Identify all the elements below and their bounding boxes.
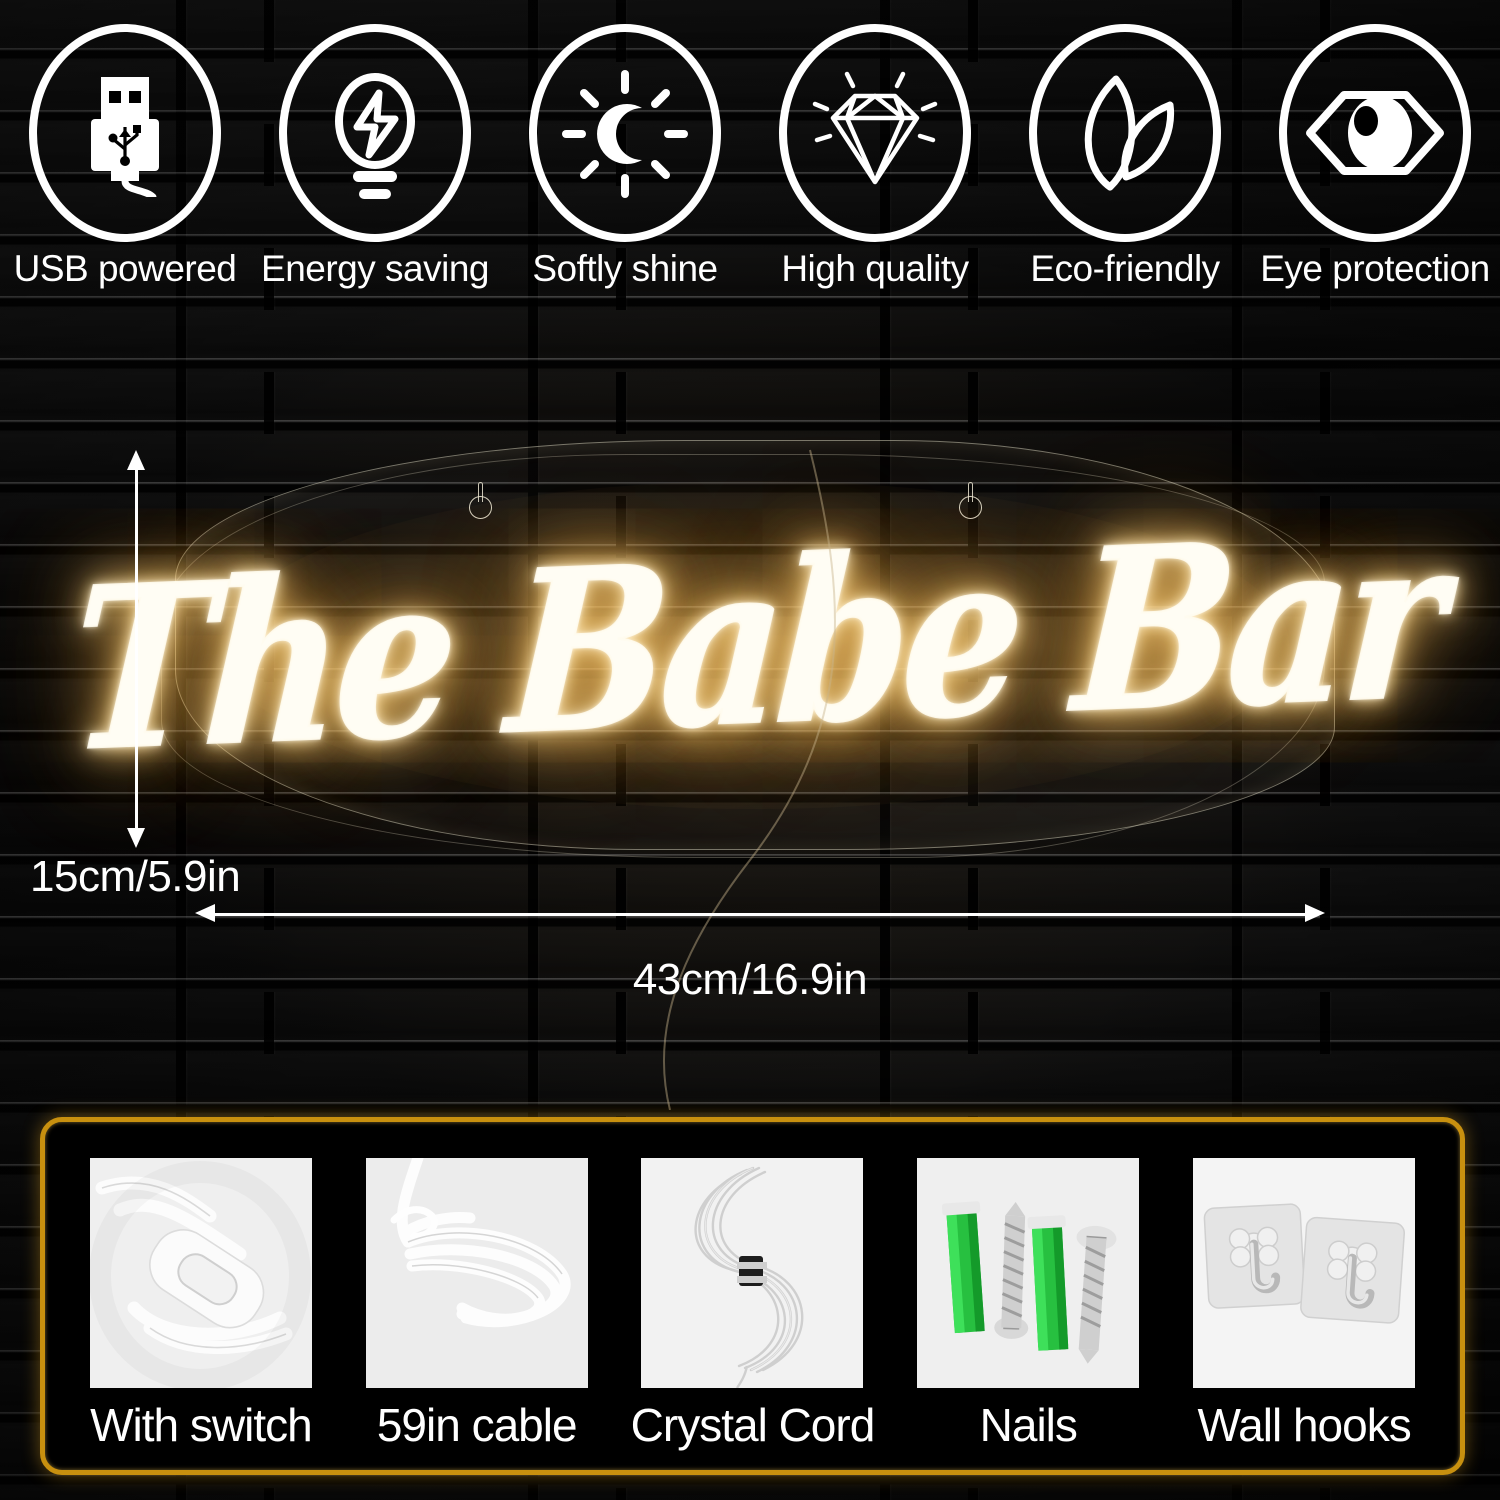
eye-icon [1304, 81, 1446, 185]
usb-icon [71, 69, 179, 197]
accessory-label: 59in cable [376, 1399, 578, 1451]
accessory-item: Nails [903, 1158, 1153, 1452]
neon-sign-product: The Babe Bar [62, 440, 1448, 858]
accessory-item: With switch [76, 1158, 326, 1452]
bulb-bolt-icon [323, 67, 427, 199]
height-dimension-arrow [123, 450, 149, 848]
arrowhead-down [127, 828, 145, 848]
feature-icon-circle [1029, 24, 1221, 242]
arrowhead-right [1305, 904, 1325, 922]
accessory-item: Wall hooks [1179, 1158, 1429, 1452]
accessory-label: Wall hooks [1197, 1399, 1411, 1451]
accessory-label: With switch [90, 1399, 313, 1451]
feature-label: High quality [781, 248, 969, 289]
feature-icon-circle [279, 24, 471, 242]
feature-eco-friendly: Eco-friendly [1000, 0, 1250, 287]
width-dimension-label: 43cm/16.9in [632, 955, 868, 1004]
accessory-thumbnail-cable [365, 1158, 588, 1388]
feature-label: Eye protection [1260, 248, 1490, 289]
feature-icon-circle [779, 24, 971, 242]
feature-usb-powered: USB powered [0, 0, 250, 287]
leaves-icon [1064, 71, 1186, 195]
width-dimension-arrow [195, 901, 1325, 927]
accessory-thumbnail-crystal-cord [641, 1158, 864, 1388]
feature-energy-saving: Energy saving [250, 0, 500, 287]
feature-label: Softly shine [532, 248, 718, 289]
feature-softly-shine: Softly shine [500, 0, 750, 287]
feature-high-quality: High quality [750, 0, 1000, 287]
diamond-icon [807, 66, 943, 200]
feature-eye-protection: Eye protection [1250, 0, 1500, 287]
feature-label: Eco-friendly [1030, 248, 1220, 289]
accessories-panel: With switch 59in cable Crystal Cord Nail… [40, 1117, 1465, 1475]
feature-icon-circle [529, 24, 721, 242]
feature-icon-circle [1279, 24, 1471, 242]
feature-label: Energy saving [261, 248, 489, 289]
feature-icon-strip: USB powered Energy saving Softly shine H… [0, 0, 1500, 320]
accessory-label: Nails [979, 1399, 1078, 1451]
feature-icon-circle [29, 24, 221, 242]
feature-label: USB powered [13, 248, 237, 289]
neon-sign-text: The Babe Bar [62, 486, 1447, 802]
accessory-thumbnail-nails [917, 1158, 1140, 1388]
height-dimension-label: 15cm/5.9in [30, 852, 241, 901]
accessory-item: Crystal Cord [627, 1158, 877, 1452]
accessory-thumbnail-with-switch [89, 1158, 312, 1388]
accessory-label: Crystal Cord [630, 1399, 876, 1451]
dimension-line-horizontal [205, 913, 1315, 916]
accessory-item: 59in cable [352, 1158, 602, 1452]
accessory-thumbnail-wall-hooks [1193, 1158, 1416, 1388]
neon-sign-text-container: The Babe Bar [62, 440, 1447, 850]
moon-sun-icon [560, 68, 690, 198]
dimension-line-vertical [135, 460, 138, 838]
